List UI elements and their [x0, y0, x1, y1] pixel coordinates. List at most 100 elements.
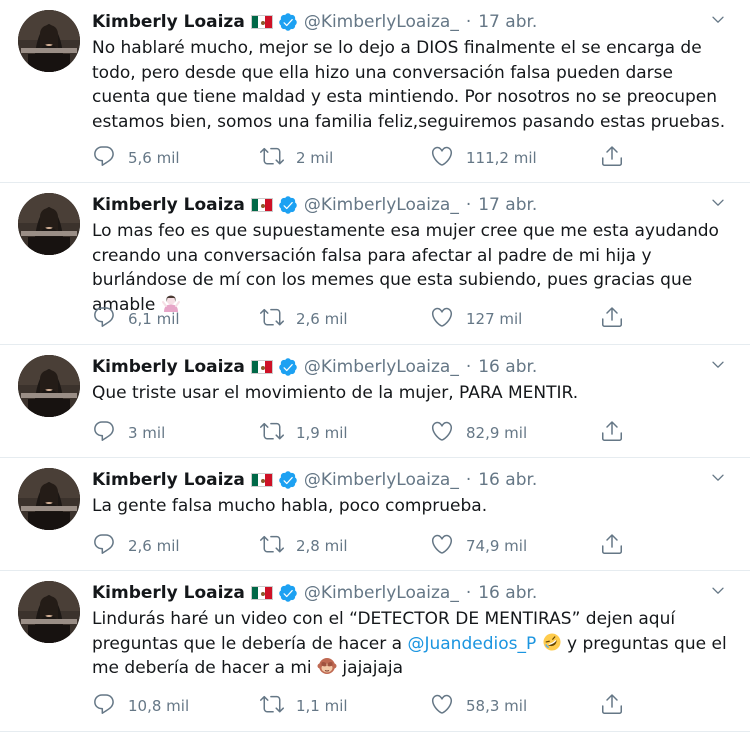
share-icon [600, 419, 624, 447]
tweet-text-body: No hablaré mucho, mejor se lo dejo a DIO… [92, 38, 726, 132]
like-button[interactable]: 127 mil [430, 307, 522, 331]
rolling-on-floor-laughing-emoji [542, 632, 562, 652]
avatar[interactable] [18, 10, 80, 72]
retweet-button[interactable]: 2,8 mil [260, 534, 348, 558]
tweet[interactable]: Kimberly Loaiza @KimberlyLoaiza_ · 17 abr. N… [0, 0, 750, 183]
tweet-text: Lindurás haré un video con el “DETECTOR … [92, 607, 732, 681]
author-handle[interactable]: @KimberlyLoaiza_ [304, 469, 459, 491]
retweets-count: 2,6 mil [296, 310, 348, 328]
separator-dot: · [465, 12, 472, 32]
tweet[interactable]: Kimberly Loaiza @KimberlyLoaiza_ · 16 abr. L… [0, 571, 750, 732]
separator-dot: · [465, 583, 472, 603]
tweet-date[interactable]: 16 abr. [478, 356, 537, 378]
retweet-button[interactable]: 1,1 mil [260, 694, 348, 718]
mexico-flag-icon [250, 360, 273, 374]
replies-count: 3 mil [128, 424, 166, 442]
reply-icon [92, 532, 116, 560]
tweet-text-body: Que triste usar el movimiento de la muje… [92, 383, 579, 403]
heart-icon [430, 305, 454, 333]
tweet[interactable]: Kimberly Loaiza @KimberlyLoaiza_ · 17 abr. L… [0, 183, 750, 345]
separator-dot: · [465, 357, 472, 377]
share-button[interactable] [600, 307, 624, 331]
tweet-date[interactable]: 17 abr. [478, 194, 537, 216]
heart-icon [430, 419, 454, 447]
author-handle[interactable]: @KimberlyLoaiza_ [304, 582, 459, 604]
tweet-actions: 10,8 mil 1,1 mil 58,3 mil [92, 694, 632, 718]
retweet-icon [260, 532, 284, 560]
tweet-actions: 3 mil 1,9 mil 82,9 mil [92, 421, 632, 445]
mexico-flag-icon [250, 473, 273, 487]
tweet-header: Kimberly Loaiza @KimberlyLoaiza_ · 17 abr. [92, 193, 537, 217]
mention-link[interactable]: @Juandedios_P [407, 634, 536, 654]
author-name[interactable]: Kimberly Loaiza [92, 11, 245, 33]
author-handle[interactable]: @KimberlyLoaiza_ [304, 11, 459, 33]
share-button[interactable] [600, 146, 624, 170]
tweet-header: Kimberly Loaiza @KimberlyLoaiza_ · 16 abr. [92, 355, 537, 379]
retweet-button[interactable]: 2,6 mil [260, 307, 348, 331]
avatar[interactable] [18, 355, 80, 417]
avatar[interactable] [18, 581, 80, 643]
avatar[interactable] [18, 468, 80, 530]
see-no-evil-monkey-emoji [317, 656, 337, 676]
tweet-date[interactable]: 17 abr. [478, 11, 537, 33]
retweet-button[interactable]: 2 mil [260, 146, 333, 170]
replies-count: 6,1 mil [128, 310, 180, 328]
share-button[interactable] [600, 694, 624, 718]
retweets-count: 2,8 mil [296, 537, 348, 555]
replies-count: 5,6 mil [128, 149, 180, 167]
separator-dot: · [465, 470, 472, 490]
tweet[interactable]: Kimberly Loaiza @KimberlyLoaiza_ · 16 abr. Q… [0, 345, 750, 458]
author-name[interactable]: Kimberly Loaiza [92, 194, 245, 216]
tweet-date[interactable]: 16 abr. [478, 582, 537, 604]
retweets-count: 2 mil [296, 149, 334, 167]
chevron-down-icon[interactable] [710, 357, 726, 373]
retweet-icon [260, 692, 284, 720]
heart-icon [430, 532, 454, 560]
tweet-text-part: jajajaja [342, 658, 403, 678]
tweet-header: Kimberly Loaiza @KimberlyLoaiza_ · 17 abr. [92, 10, 537, 34]
like-button[interactable]: 58,3 mil [430, 694, 527, 718]
retweet-button[interactable]: 1,9 mil [260, 421, 348, 445]
chevron-down-icon[interactable] [710, 583, 726, 599]
share-button[interactable] [600, 534, 624, 558]
verified-badge-icon [278, 357, 298, 377]
author-handle[interactable]: @KimberlyLoaiza_ [304, 356, 459, 378]
share-icon [600, 532, 624, 560]
reply-button[interactable]: 6,1 mil [92, 307, 180, 331]
mexico-flag-icon [250, 15, 273, 29]
author-name[interactable]: Kimberly Loaiza [92, 469, 245, 491]
likes-count: 74,9 mil [466, 537, 528, 555]
verified-badge-icon [278, 195, 298, 215]
like-button[interactable]: 82,9 mil [430, 421, 527, 445]
likes-count: 82,9 mil [466, 424, 528, 442]
author-handle[interactable]: @KimberlyLoaiza_ [304, 194, 459, 216]
reply-button[interactable]: 2,6 mil [92, 534, 180, 558]
retweet-icon [260, 305, 284, 333]
like-button[interactable]: 111,2 mil [430, 146, 537, 170]
retweet-icon [260, 144, 284, 172]
tweet-actions: 2,6 mil 2,8 mil 74,9 mil [92, 534, 632, 558]
chevron-down-icon[interactable] [710, 12, 726, 28]
verified-badge-icon [278, 470, 298, 490]
reply-button[interactable]: 10,8 mil [92, 694, 189, 718]
separator-dot: · [465, 195, 472, 215]
chevron-down-icon[interactable] [710, 195, 726, 211]
author-name[interactable]: Kimberly Loaiza [92, 582, 245, 604]
retweets-count: 1,9 mil [296, 424, 348, 442]
likes-count: 127 mil [466, 310, 523, 328]
tweet-date[interactable]: 16 abr. [478, 469, 537, 491]
author-name[interactable]: Kimberly Loaiza [92, 356, 245, 378]
reply-button[interactable]: 5,6 mil [92, 146, 180, 170]
avatar[interactable] [18, 193, 80, 255]
share-button[interactable] [600, 421, 624, 445]
tweet-feed: Kimberly Loaiza @KimberlyLoaiza_ · 17 abr. N… [0, 0, 750, 732]
tweet[interactable]: Kimberly Loaiza @KimberlyLoaiza_ · 16 abr. L… [0, 458, 750, 571]
tweet-text-body: La gente falsa mucho habla, poco comprue… [92, 496, 488, 516]
reply-button[interactable]: 3 mil [92, 421, 165, 445]
tweet-text: La gente falsa mucho habla, poco comprue… [92, 494, 732, 519]
tweet-header: Kimberly Loaiza @KimberlyLoaiza_ · 16 abr. [92, 581, 537, 605]
chevron-down-icon[interactable] [710, 470, 726, 486]
likes-count: 58,3 mil [466, 697, 528, 715]
mexico-flag-icon [250, 198, 273, 212]
like-button[interactable]: 74,9 mil [430, 534, 527, 558]
